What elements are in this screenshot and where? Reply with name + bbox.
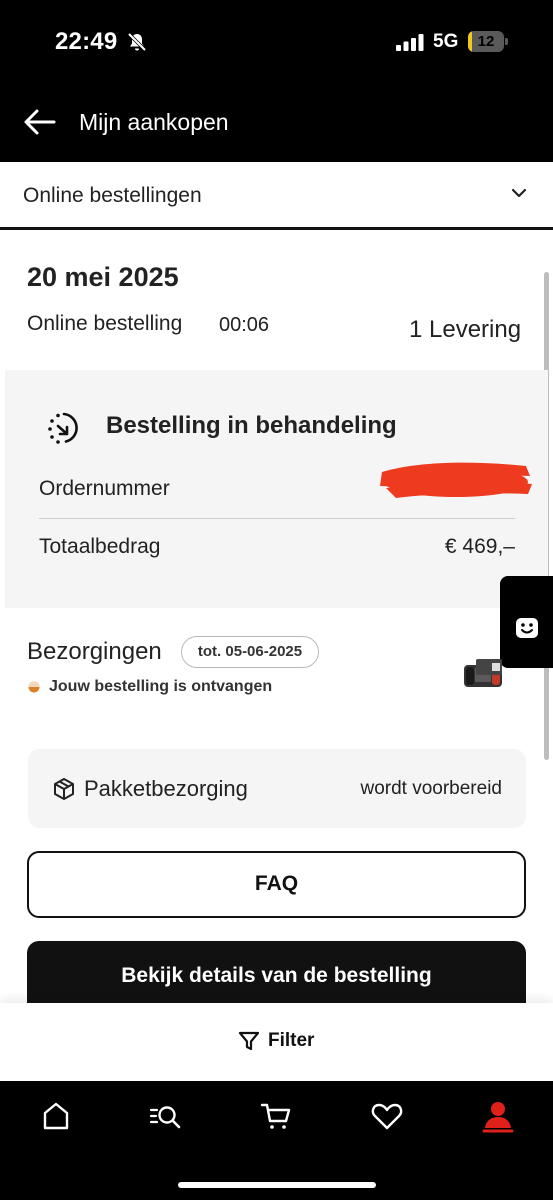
filter-icon [238, 1031, 260, 1051]
order-received-text: Jouw bestelling is ontvangen [49, 678, 273, 695]
faq-button[interactable]: FAQ [27, 851, 526, 918]
package-icon [54, 778, 74, 800]
smiley-icon[interactable] [516, 618, 538, 638]
order-type-select[interactable]: Online bestellingen [0, 162, 553, 230]
delivery-date-badge: tot. 05-06-2025 [181, 636, 319, 668]
signal-icon [396, 34, 424, 51]
total-label: Totaalbedrag [39, 535, 161, 558]
processing-icon [48, 412, 78, 444]
parcel-status: wordt voorbereid [360, 778, 502, 799]
order-date: 20 mei 2025 [27, 262, 179, 292]
cart-icon[interactable] [258, 1098, 294, 1134]
chevron-down-icon[interactable] [510, 187, 528, 199]
order-status-title: Bestelling in behandeling [106, 412, 397, 439]
product-thumbnail[interactable] [462, 655, 504, 691]
order-type-selected: Online bestellingen [23, 184, 202, 207]
card-divider [39, 518, 515, 519]
order-time: 00:06 [219, 314, 270, 336]
network-label: 5G [433, 31, 459, 52]
bell-muted-icon [127, 32, 147, 52]
redacted-ordernumber [380, 462, 532, 498]
status-bar: 22:49 5G 12 [0, 0, 553, 84]
delivery-count: 1 Levering [409, 316, 522, 343]
battery-icon: 12 [468, 31, 508, 52]
parcel-label: Pakketbezorging [84, 776, 248, 801]
order-kind: Online bestelling [27, 312, 183, 335]
filter-label: Filter [268, 1030, 315, 1051]
page-title: Mijn aankopen [79, 109, 229, 135]
status-time: 22:49 [55, 28, 118, 55]
total-value: € 469,– [444, 535, 515, 558]
back-arrow-icon[interactable] [24, 108, 56, 136]
search-icon[interactable] [148, 1098, 184, 1134]
view-order-details-button[interactable]: Bekijk details van de bestelling [27, 941, 526, 1003]
filter-button[interactable]: Filter [236, 1026, 326, 1058]
deliveries-title: Bezorgingen [27, 638, 162, 665]
battery-level: 12 [477, 33, 495, 50]
status-dot-icon [28, 681, 40, 693]
heart-icon[interactable] [369, 1098, 405, 1134]
ordernumber-label: Ordernummer [39, 477, 170, 500]
home-icon[interactable] [38, 1098, 74, 1134]
app-header: Mijn aankopen [0, 84, 553, 162]
profile-icon[interactable] [480, 1098, 516, 1134]
home-indicator[interactable] [178, 1182, 376, 1188]
